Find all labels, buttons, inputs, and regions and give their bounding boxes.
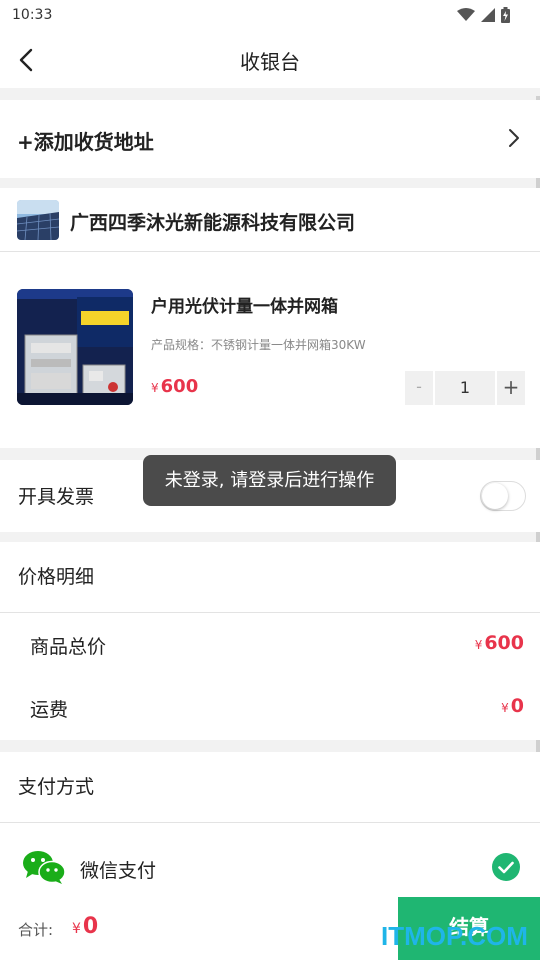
goods-total-label: 商品总价 [30, 636, 107, 658]
total-value: ¥0 [72, 914, 98, 939]
wechat-pay-label: 微信支付 [80, 860, 157, 882]
order-card: 广西四季沐光新能源科技有限公司 户用光伏计量一体并网箱 产品规格：不锈钢计量一体… [0, 188, 540, 448]
page-title: 收银台 [240, 50, 300, 74]
product-title: 户用光伏计量一体并网箱 [151, 297, 338, 317]
add-address-row[interactable]: +添加收货地址 [0, 100, 540, 178]
shop-logo [17, 200, 59, 240]
nav-bar: 收银台 [0, 32, 540, 88]
chevron-right-icon [509, 129, 519, 147]
product-spec: 产品规格：不锈钢计量一体并网箱30KW [151, 338, 366, 352]
add-address-label: +添加收货地址 [17, 130, 154, 154]
invoice-toggle[interactable] [480, 481, 526, 511]
divider [0, 612, 540, 613]
check-circle-icon[interactable] [492, 853, 520, 881]
goods-total-currency: ¥ [474, 638, 483, 652]
shop-row[interactable]: 广西四季沐光新能源科技有限公司 [0, 188, 540, 252]
wifi-icon [457, 8, 475, 21]
product-price-currency: ¥ [151, 381, 159, 395]
quantity-value[interactable]: 1 [435, 371, 495, 405]
price-detail-section: 价格明细 商品总价 ¥600 运费 ¥0 [0, 542, 540, 740]
shipping-amount: 0 [510, 695, 524, 717]
shop-name: 广西四季沐光新能源科技有限公司 [70, 212, 356, 234]
status-icons [457, 7, 510, 23]
watermark: ITMOP.COM [381, 921, 528, 951]
battery-icon [501, 7, 510, 23]
product-image[interactable] [17, 289, 133, 405]
shipping-currency: ¥ [501, 701, 509, 715]
status-time: 10:33 [12, 7, 53, 23]
product-price: ¥600 [151, 376, 198, 397]
total-label: 合计: [18, 921, 54, 939]
goods-total-amount: 600 [484, 632, 524, 654]
product-price-value: 600 [160, 376, 199, 397]
quantity-decrease-button[interactable]: - [405, 371, 433, 405]
wechat-pay-icon [23, 851, 66, 884]
price-detail-title: 价格明细 [18, 566, 95, 588]
invoice-toggle-knob [482, 483, 508, 509]
shipping-value: ¥0 [501, 695, 524, 717]
status-bar: 10:33 [0, 0, 540, 32]
invoice-label: 开具发票 [18, 486, 95, 508]
quantity-stepper: - 1 + [405, 371, 525, 405]
total-currency: ¥ [72, 921, 81, 937]
signal-icon [481, 8, 495, 22]
goods-total-value: ¥600 [475, 632, 524, 654]
payment-title: 支付方式 [18, 776, 95, 798]
divider [0, 822, 540, 823]
total-amount: 0 [82, 914, 99, 939]
quantity-increase-button[interactable]: + [497, 371, 525, 405]
shipping-label: 运费 [30, 699, 69, 721]
login-toast: 未登录, 请登录后进行操作 [143, 455, 396, 506]
